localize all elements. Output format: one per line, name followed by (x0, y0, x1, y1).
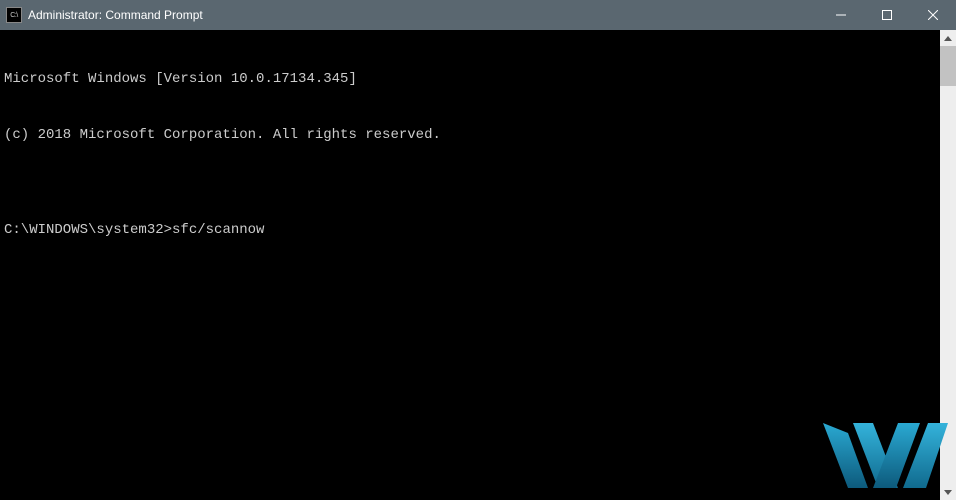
window-title: Administrator: Command Prompt (28, 8, 818, 22)
copyright-line: (c) 2018 Microsoft Corporation. All righ… (4, 126, 936, 145)
typed-command: sfc/scannow (172, 222, 264, 238)
window-controls (818, 0, 956, 30)
version-line: Microsoft Windows [Version 10.0.17134.34… (4, 70, 936, 89)
close-button[interactable] (910, 0, 956, 30)
vertical-scrollbar[interactable] (940, 30, 956, 500)
scroll-down-button[interactable] (940, 484, 956, 500)
maximize-button[interactable] (864, 0, 910, 30)
prompt-path: C:\WINDOWS\system32> (4, 222, 172, 238)
cmd-icon: C:\ (6, 7, 22, 23)
console-output[interactable]: Microsoft Windows [Version 10.0.17134.34… (0, 30, 940, 500)
scroll-thumb[interactable] (940, 46, 956, 86)
window-titlebar: C:\ Administrator: Command Prompt (0, 0, 956, 30)
prompt-line: C:\WINDOWS\system32>sfc/scannow (4, 221, 936, 240)
scroll-up-button[interactable] (940, 30, 956, 46)
minimize-button[interactable] (818, 0, 864, 30)
